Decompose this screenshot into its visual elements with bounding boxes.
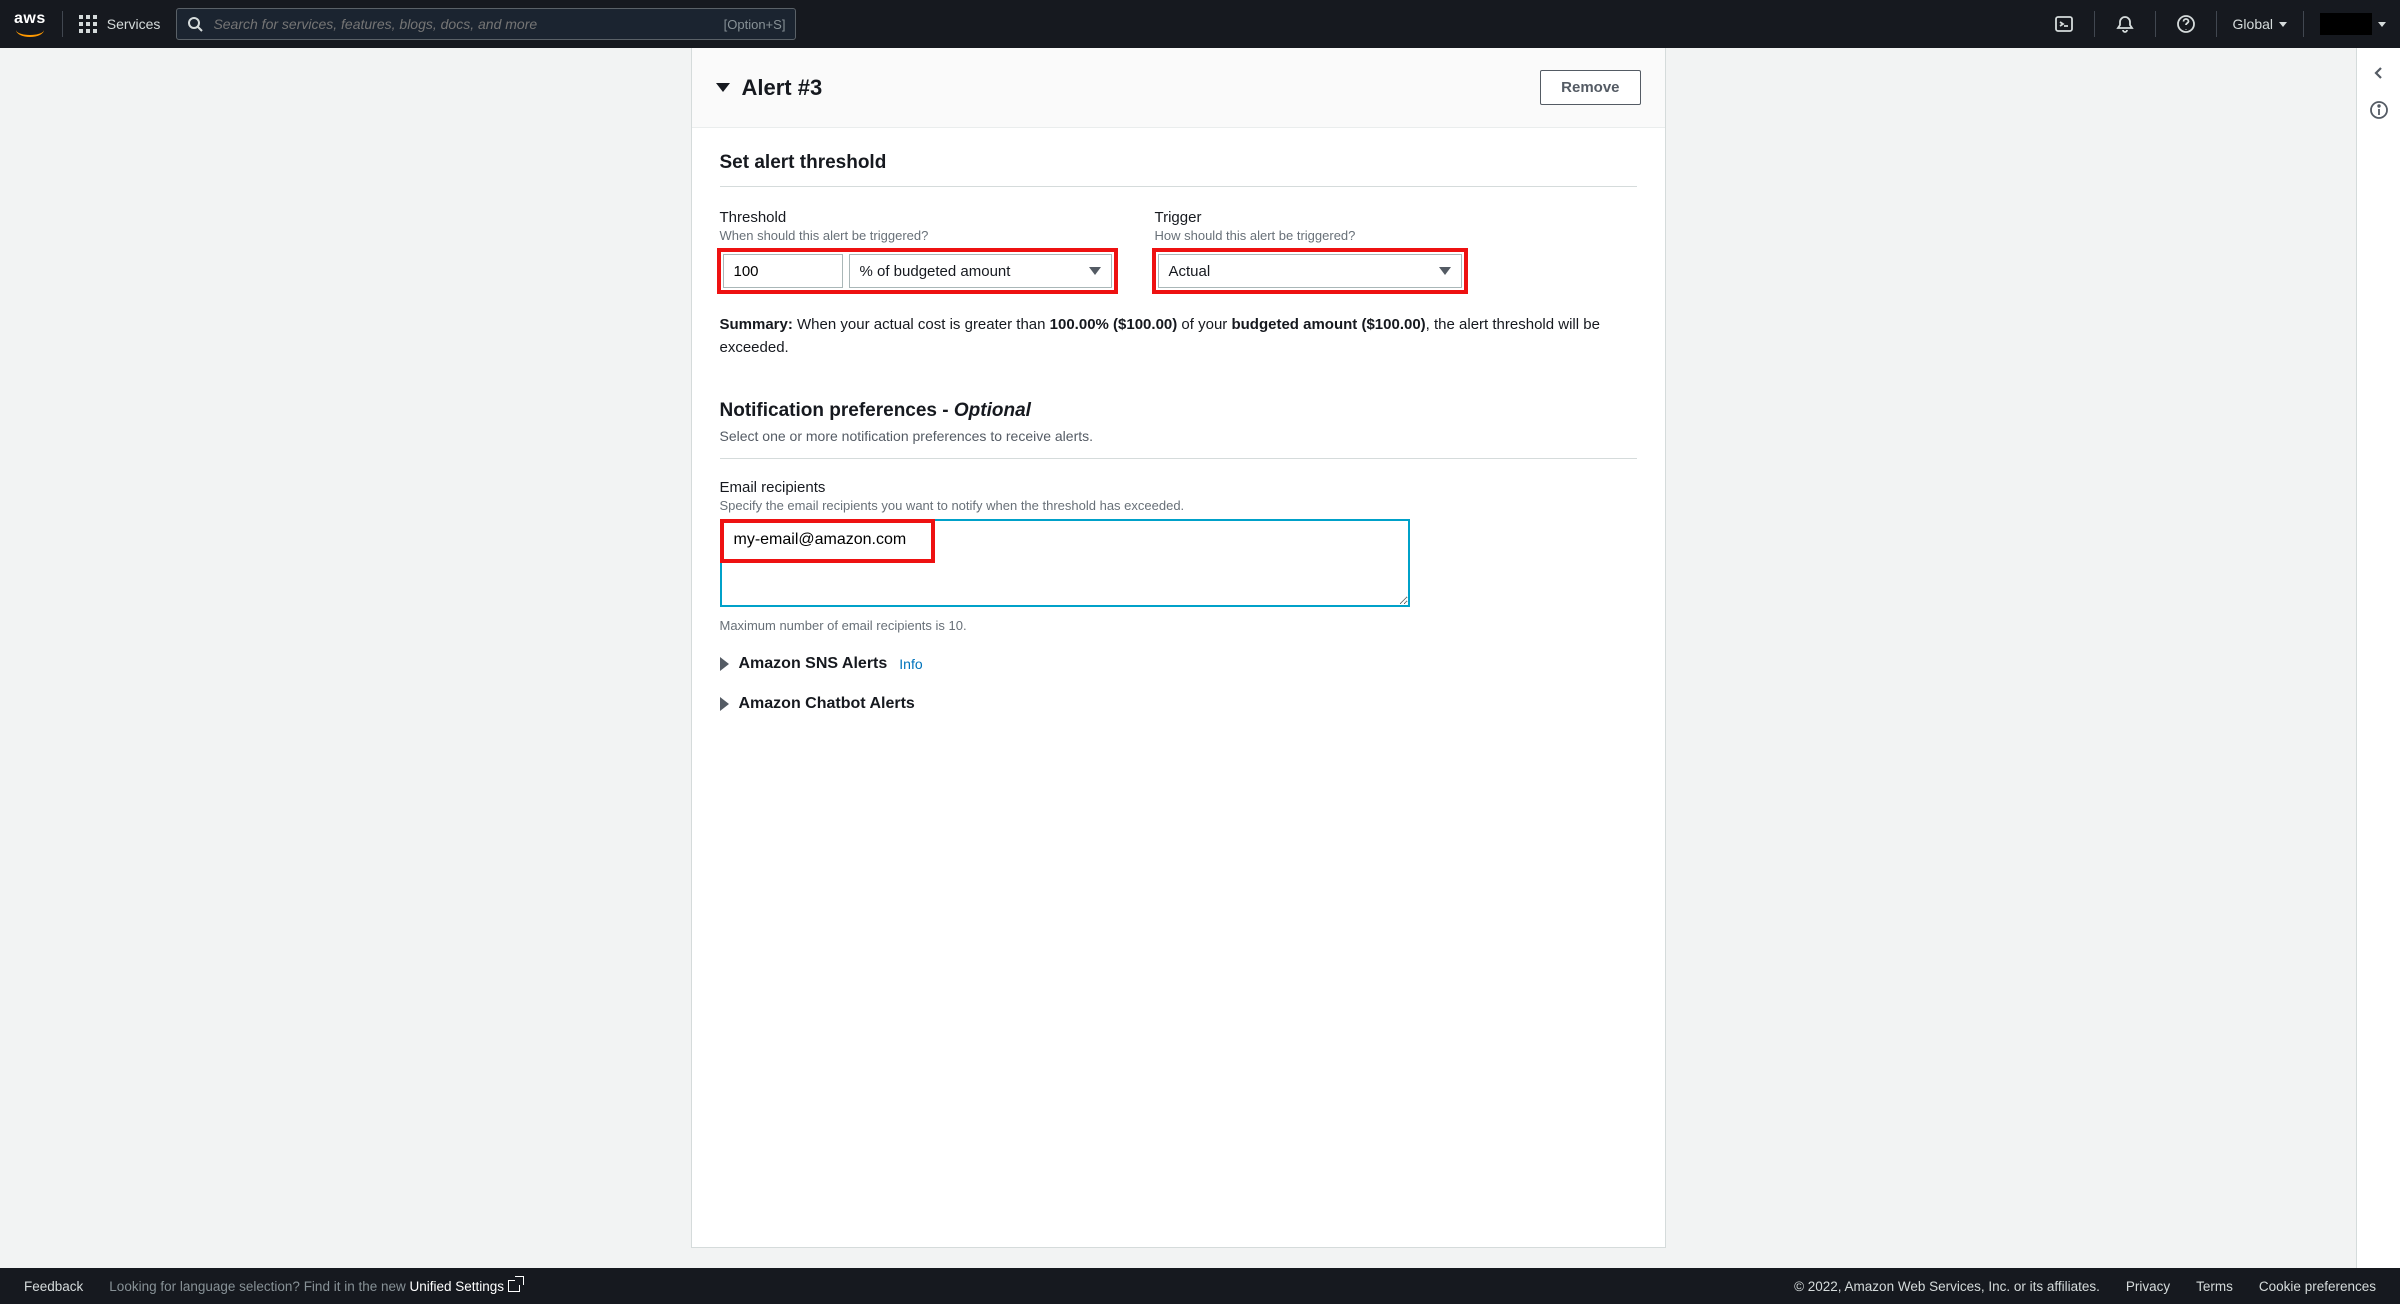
chatbot-alerts-expander[interactable]: Amazon Chatbot Alerts (720, 695, 1637, 713)
email-label: Email recipients (720, 479, 1637, 496)
threshold-value-input[interactable] (723, 254, 843, 288)
threshold-unit-select[interactable]: % of budgeted amount (849, 254, 1112, 288)
search-icon (187, 16, 203, 32)
region-selector[interactable]: Global (2233, 16, 2287, 32)
trigger-value: Actual (1169, 263, 1211, 280)
threshold-field: Threshold When should this alert be trig… (720, 209, 1115, 291)
summary-prefix: Summary: (720, 316, 793, 333)
unified-settings-link[interactable]: Unified Settings (410, 1279, 521, 1294)
sns-alerts-label: Amazon SNS Alerts (739, 655, 888, 673)
caret-down-icon (1089, 267, 1101, 275)
cloudshell-icon[interactable] (2050, 14, 2078, 34)
caret-down-icon (716, 83, 730, 92)
language-hint: Looking for language selection? Find it … (109, 1279, 520, 1294)
section-threshold-heading: Set alert threshold (720, 152, 1637, 187)
help-rail (2356, 48, 2400, 1268)
trigger-field: Trigger How should this alert be trigger… (1155, 209, 1465, 291)
global-search[interactable]: [Option+S] (176, 8, 796, 40)
nav-separator (2303, 11, 2304, 37)
notifications-icon[interactable] (2111, 14, 2139, 34)
trigger-label: Trigger (1155, 209, 1465, 226)
panel-title-toggle[interactable]: Alert #3 (716, 75, 823, 101)
region-label: Global (2233, 16, 2273, 32)
account-name-redacted (2320, 13, 2372, 35)
cookie-preferences-link[interactable]: Cookie preferences (2259, 1279, 2376, 1294)
nav-separator (2216, 11, 2217, 37)
search-shortcut: [Option+S] (724, 17, 786, 32)
nav-separator (2155, 11, 2156, 37)
feedback-link[interactable]: Feedback (24, 1279, 83, 1294)
caret-down-icon (1439, 267, 1451, 275)
email-recipients-field: Email recipients Specify the email recip… (720, 479, 1637, 633)
nav-separator (2094, 11, 2095, 37)
services-menu[interactable]: Services (79, 15, 161, 33)
email-desc: Specify the email recipients you want to… (720, 498, 1637, 513)
services-label: Services (107, 16, 161, 32)
email-note: Maximum number of email recipients is 10… (720, 618, 1637, 633)
caret-right-icon (720, 657, 729, 671)
trigger-select[interactable]: Actual (1158, 254, 1462, 288)
panel-title-text: Alert #3 (742, 75, 823, 101)
privacy-link[interactable]: Privacy (2126, 1279, 2170, 1294)
terms-link[interactable]: Terms (2196, 1279, 2233, 1294)
aws-logo[interactable]: aws (14, 11, 46, 37)
copyright: © 2022, Amazon Web Services, Inc. or its… (1794, 1279, 2100, 1294)
notif-heading: Notification preferences - Optional (720, 400, 1031, 421)
sns-alerts-expander[interactable]: Amazon SNS Alerts Info (720, 655, 1637, 673)
grid-icon (79, 15, 97, 33)
threshold-summary: Summary: When your actual cost is greate… (720, 313, 1637, 360)
remove-button[interactable]: Remove (1540, 70, 1640, 105)
notif-sub: Select one or more notification preferen… (720, 428, 1637, 459)
email-recipients-input[interactable] (720, 519, 1410, 607)
account-menu[interactable] (2320, 13, 2386, 35)
threshold-label: Threshold (720, 209, 1115, 226)
info-icon[interactable] (2369, 100, 2389, 120)
collapse-help-icon[interactable] (2370, 64, 2388, 82)
trigger-desc: How should this alert be triggered? (1155, 228, 1465, 243)
nav-separator (62, 11, 63, 37)
search-input[interactable] (213, 16, 713, 32)
caret-down-icon (2378, 22, 2386, 27)
help-icon[interactable] (2172, 14, 2200, 34)
footer: Feedback Looking for language selection?… (0, 1268, 2400, 1304)
top-nav: aws Services [Option+S] Global (0, 0, 2400, 48)
sns-info-link[interactable]: Info (899, 656, 922, 672)
threshold-unit-value: % of budgeted amount (860, 263, 1011, 280)
caret-down-icon (2279, 22, 2287, 27)
threshold-desc: When should this alert be triggered? (720, 228, 1115, 243)
caret-right-icon (720, 697, 729, 711)
alert-panel: Alert #3 Remove Set alert threshold Thre… (691, 48, 1666, 1248)
external-link-icon (508, 1280, 520, 1292)
panel-header: Alert #3 Remove (692, 48, 1665, 128)
chatbot-alerts-label: Amazon Chatbot Alerts (739, 695, 915, 713)
